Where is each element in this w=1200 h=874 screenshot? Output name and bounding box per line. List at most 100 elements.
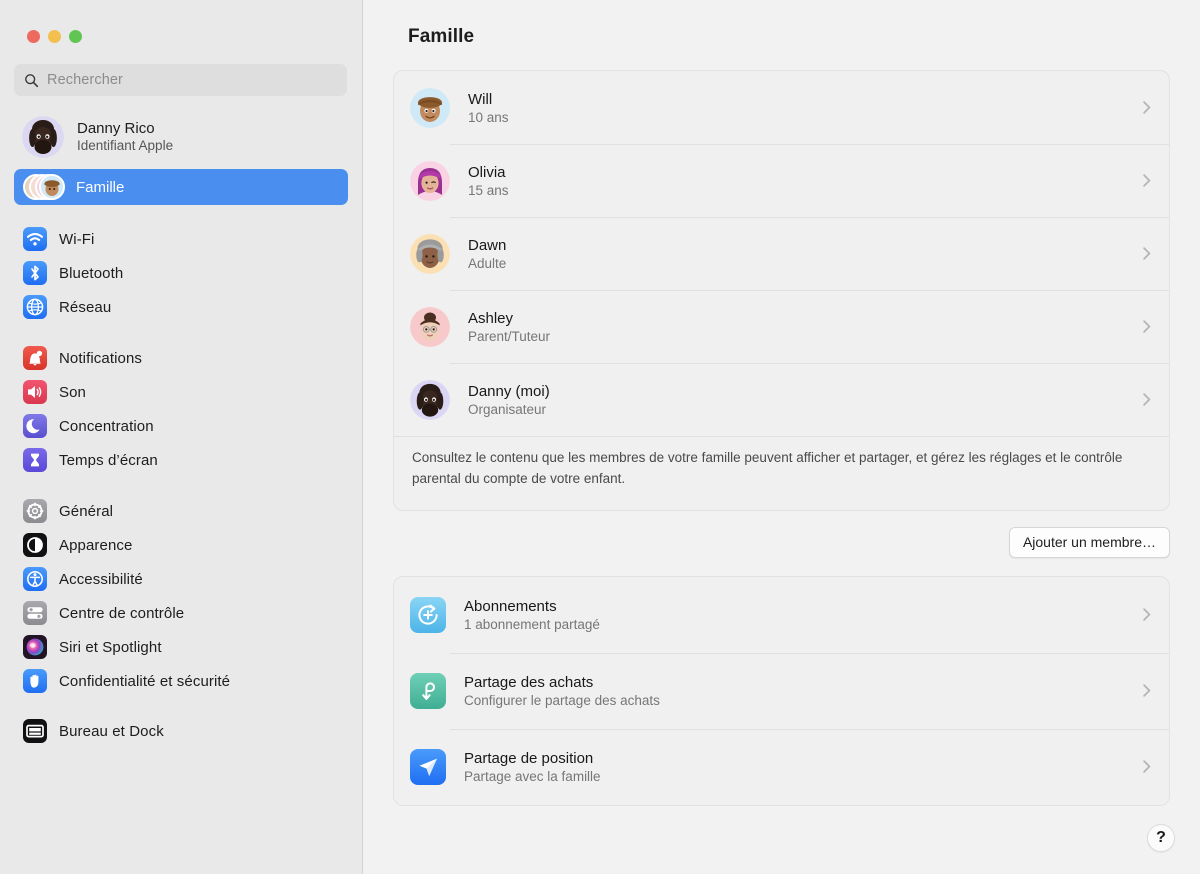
accessibility-icon bbox=[23, 567, 47, 591]
add-member-button[interactable]: Ajouter un membre… bbox=[1008, 526, 1170, 558]
service-subtitle: Partage avec la famille bbox=[464, 768, 601, 784]
zoom-button[interactable] bbox=[69, 30, 82, 43]
gear-icon bbox=[23, 499, 47, 523]
member-name: Ashley bbox=[468, 309, 514, 327]
page-title: Famille bbox=[408, 26, 475, 47]
network-globe-icon bbox=[23, 295, 47, 319]
avatar bbox=[410, 233, 450, 274]
sidebar-item-temps-ecran[interactable]: Temps d’écran bbox=[14, 443, 348, 477]
table-row[interactable]: Danny (moi) Organisateur bbox=[394, 363, 1169, 436]
close-button[interactable] bbox=[27, 30, 40, 43]
profile-subtitle: Identifiant Apple bbox=[77, 138, 174, 154]
sidebar-item-label: Réseau bbox=[59, 298, 112, 316]
member-role: 15 ans bbox=[468, 182, 509, 198]
chevron-right-icon bbox=[1143, 393, 1151, 406]
help-button[interactable]: ? bbox=[1147, 824, 1175, 852]
table-row[interactable]: Dawn Adulte bbox=[394, 217, 1169, 290]
avatar bbox=[410, 160, 450, 201]
avatar bbox=[22, 116, 64, 158]
sidebar-item-famille[interactable]: Famille bbox=[14, 169, 348, 205]
sidebar-item-bluetooth[interactable]: Bluetooth bbox=[14, 256, 348, 290]
chevron-right-icon bbox=[1143, 101, 1151, 114]
sidebar-item-concentration[interactable]: Concentration bbox=[14, 409, 348, 443]
chevron-right-icon bbox=[1143, 684, 1151, 698]
chevron-right-icon bbox=[1143, 174, 1151, 187]
member-role: Organisateur bbox=[468, 401, 547, 417]
sidebar-item-label: Siri et Spotlight bbox=[59, 638, 162, 656]
table-row[interactable]: Will 10 ans bbox=[394, 71, 1169, 144]
sidebar-item-reseau[interactable]: Réseau bbox=[14, 290, 348, 324]
sidebar-item-label: Confidentialité et sécurité bbox=[59, 672, 231, 690]
sidebar-item-label: Notifications bbox=[59, 349, 143, 367]
sidebar-item-centre-de-controle[interactable]: Centre de contrôle bbox=[14, 596, 348, 630]
sidebar-item-label: Bureau et Dock bbox=[59, 722, 164, 740]
purchase-sharing-icon bbox=[410, 672, 446, 709]
control-center-icon bbox=[23, 601, 47, 625]
family-members-card: Will 10 ans Olivia 15 ans Dawn Adulte As… bbox=[393, 70, 1170, 511]
member-name: Olivia bbox=[468, 163, 506, 181]
sidebar-item-bureau-et-dock[interactable]: Bureau et Dock bbox=[14, 714, 348, 748]
table-row[interactable]: Olivia 15 ans bbox=[394, 144, 1169, 217]
sidebar-item-label: Famille bbox=[76, 178, 125, 196]
member-role: 10 ans bbox=[468, 109, 509, 125]
family-services-card: Abonnements 1 abonnement partagé Partage… bbox=[393, 575, 1170, 806]
sidebar-divider-2 bbox=[0, 324, 362, 341]
family-avatars-icon bbox=[23, 174, 65, 200]
sidebar-item-label: Wi-Fi bbox=[59, 230, 95, 248]
table-row[interactable]: Ashley Parent/Tuteur bbox=[394, 290, 1169, 363]
family-description: Consultez le contenu que les membres de … bbox=[394, 436, 1169, 510]
service-subtitle: 1 abonnement partagé bbox=[464, 616, 600, 632]
member-name: Will bbox=[468, 90, 493, 108]
member-name: Dawn bbox=[468, 236, 507, 254]
sidebar-item-apparence[interactable]: Apparence bbox=[14, 528, 348, 562]
sidebar-item-accessibilite[interactable]: Accessibilité bbox=[14, 562, 348, 596]
list-item[interactable]: Partage des achats Configurer le partage… bbox=[394, 652, 1169, 729]
member-name: Danny (moi) bbox=[468, 382, 550, 400]
sidebar-item-wifi[interactable]: Wi-Fi bbox=[14, 222, 348, 256]
search-container: Rechercher bbox=[0, 43, 362, 96]
sidebar-item-son[interactable]: Son bbox=[14, 375, 348, 409]
sidebar-item-label: Apparence bbox=[59, 536, 133, 554]
sidebar-item-label: Général bbox=[59, 502, 114, 520]
sidebar-divider-3 bbox=[0, 477, 362, 494]
desktop-dock-icon bbox=[23, 719, 47, 743]
sidebar-item-siri-et-spotlight[interactable]: Siri et Spotlight bbox=[14, 630, 348, 664]
sidebar-item-label: Son bbox=[59, 383, 86, 401]
speaker-icon bbox=[23, 380, 47, 404]
sidebar-item-general[interactable]: Général bbox=[14, 494, 348, 528]
sidebar-profile[interactable]: Danny Rico Identifiant Apple bbox=[14, 111, 348, 163]
sidebar-item-label: Accessibilité bbox=[59, 570, 143, 588]
chevron-right-icon bbox=[1143, 320, 1151, 333]
bluetooth-icon bbox=[23, 261, 47, 285]
sidebar-item-label: Bluetooth bbox=[59, 264, 124, 282]
search-input[interactable]: Rechercher bbox=[14, 64, 347, 96]
avatar bbox=[410, 87, 450, 128]
bell-icon bbox=[23, 346, 47, 370]
member-role: Parent/Tuteur bbox=[468, 328, 551, 344]
list-item[interactable]: Partage de position Partage avec la fami… bbox=[394, 728, 1169, 805]
moon-icon bbox=[23, 414, 47, 438]
sidebar: Rechercher Danny Rico Identifiant Apple … bbox=[0, 0, 363, 874]
sidebar-divider-4 bbox=[0, 698, 362, 714]
add-member-row: Ajouter un membre… bbox=[393, 526, 1170, 558]
chevron-right-icon bbox=[1143, 608, 1151, 622]
avatar bbox=[410, 379, 450, 420]
subscriptions-icon bbox=[410, 596, 446, 633]
avatar bbox=[410, 306, 450, 347]
sidebar-item-notifications[interactable]: Notifications bbox=[14, 341, 348, 375]
main-content: Famille Will 10 ans Olivia 15 ans Dawn A… bbox=[363, 0, 1200, 874]
appearance-icon bbox=[23, 533, 47, 557]
hourglass-icon bbox=[23, 448, 47, 472]
minimize-button[interactable] bbox=[48, 30, 61, 43]
chevron-right-icon bbox=[1143, 760, 1151, 774]
chevron-right-icon bbox=[1143, 247, 1151, 260]
search-icon bbox=[25, 73, 39, 87]
sidebar-item-label: Temps d’écran bbox=[59, 451, 158, 469]
siri-icon bbox=[23, 635, 47, 659]
sidebar-item-confidentialite-et-securite[interactable]: Confidentialité et sécurité bbox=[14, 664, 348, 698]
service-name: Partage de position bbox=[464, 749, 594, 767]
list-item[interactable]: Abonnements 1 abonnement partagé bbox=[394, 577, 1169, 653]
wifi-icon bbox=[23, 227, 47, 251]
sidebar-item-label: Centre de contrôle bbox=[59, 604, 185, 622]
search-placeholder: Rechercher bbox=[47, 72, 123, 88]
